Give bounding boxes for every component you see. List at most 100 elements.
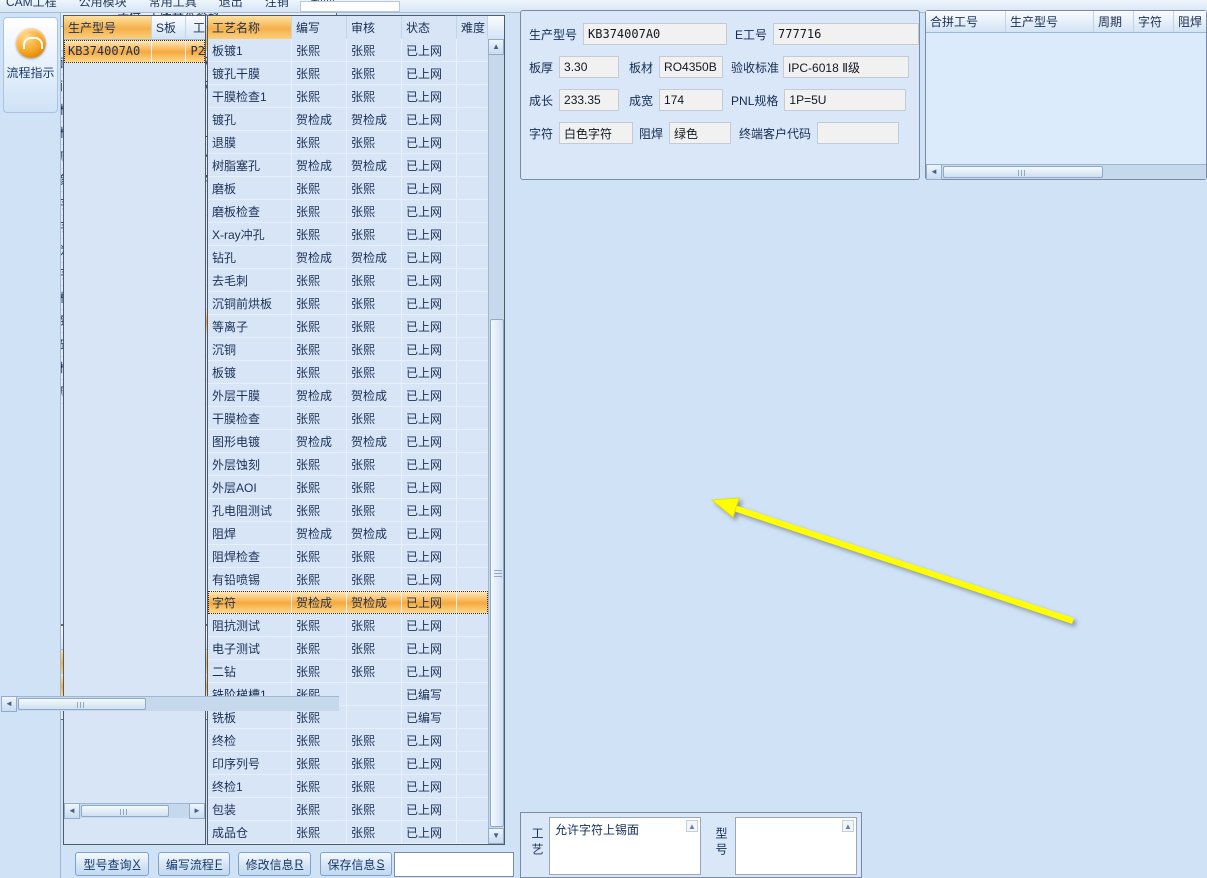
- merge-hscroll-thumb[interactable]: [943, 166, 1103, 178]
- work-col-header[interactable]: 工: [186, 16, 205, 39]
- process-row[interactable]: 孔电阻测试 张熙 张熙 已上网: [208, 499, 489, 522]
- process-reviewer: 贺检成: [347, 522, 402, 544]
- write-flow-button[interactable]: 编写流程 F: [158, 852, 230, 876]
- process-row[interactable]: 终检 张熙 张熙 已上网: [208, 729, 489, 752]
- writer-header[interactable]: 编写: [292, 16, 347, 39]
- menu-item[interactable]: 退出: [219, 0, 243, 10]
- process-reviewer: 张熙: [347, 131, 402, 153]
- process-row[interactable]: 印序列号 张熙 张熙 已上网: [208, 752, 489, 775]
- thickness-value[interactable]: 3.30: [559, 56, 620, 78]
- model-col-header[interactable]: 生产型号: [64, 16, 152, 39]
- process-row[interactable]: 干膜检查 张熙 张熙 已上网: [208, 407, 489, 430]
- client-value[interactable]: [817, 122, 900, 144]
- process-status: 已上网: [402, 752, 457, 774]
- status-header[interactable]: 状态: [402, 16, 457, 39]
- process-row[interactable]: 有铅喷锡 张熙 张熙 已上网: [208, 568, 489, 591]
- modify-info-button[interactable]: 修改信息 R: [238, 852, 311, 876]
- width-value[interactable]: 174: [659, 89, 724, 111]
- mask-value[interactable]: 绿色: [669, 122, 732, 144]
- process-reviewer: 张熙: [347, 177, 402, 199]
- process-row[interactable]: 包装 张熙 张熙 已上网: [208, 798, 489, 821]
- scroll-right-icon[interactable]: ►: [189, 803, 205, 819]
- process-row[interactable]: 阻抗测试 张熙 张熙 已上网: [208, 614, 489, 637]
- menu-item[interactable]: 公用模块: [79, 0, 127, 10]
- scroll-down-icon[interactable]: ▼: [488, 828, 505, 844]
- process-row[interactable]: 等离子 张熙 张熙 已上网: [208, 315, 489, 338]
- process-row[interactable]: 二钻 张熙 张熙 已上网: [208, 660, 489, 683]
- eid-value[interactable]: 777716: [773, 23, 919, 45]
- merge-col-header[interactable]: 周期: [1094, 11, 1134, 32]
- process-row[interactable]: 退膜 张熙 张熙 已上网: [208, 131, 489, 154]
- menu-item[interactable]: 常用工具: [149, 0, 197, 10]
- process-name: 磨板: [208, 177, 292, 199]
- process-name: 去毛刺: [208, 269, 292, 291]
- process-row[interactable]: 外层AOI 张熙 张熙 已上网: [208, 476, 489, 499]
- process-row[interactable]: 去毛刺 张熙 张熙 已上网: [208, 269, 489, 292]
- menu-item[interactable]: CAM工程: [6, 0, 57, 10]
- craft-textarea[interactable]: 允许字符上锡面 ▲: [549, 817, 701, 875]
- menu-item[interactable]: 注销: [265, 0, 289, 10]
- merge-col-header[interactable]: 字符: [1134, 11, 1174, 32]
- length-value[interactable]: 233.35: [559, 89, 620, 111]
- merge-col-header[interactable]: 生产型号: [1006, 11, 1094, 32]
- model-textarea[interactable]: ▲: [735, 817, 857, 875]
- standard-value[interactable]: IPC-6018 Ⅱ级: [783, 56, 910, 78]
- menu-search-input[interactable]: [300, 1, 400, 12]
- process-row[interactable]: 电子测试 张熙 张熙 已上网: [208, 637, 489, 660]
- process-row[interactable]: 沉铜 张熙 张熙 已上网: [208, 338, 489, 361]
- process-row[interactable]: 树脂塞孔 贺检成 贺检成 已上网: [208, 154, 489, 177]
- scroll-left-icon[interactable]: ◄: [926, 164, 942, 180]
- difficulty-header[interactable]: 难度: [457, 16, 488, 39]
- model-row[interactable]: KB374007A0 P2: [64, 40, 205, 63]
- process-row[interactable]: X-ray冲孔 张熙 张熙 已上网: [208, 223, 489, 246]
- process-row[interactable]: 干膜检查1 张熙 张熙 已上网: [208, 85, 489, 108]
- scroll-left-icon[interactable]: ◄: [1, 696, 17, 712]
- save-info-button[interactable]: 保存信息 S: [320, 852, 392, 876]
- process-vscroll-thumb[interactable]: [490, 319, 505, 827]
- process-row[interactable]: 阻焊 贺检成 贺检成 已上网: [208, 522, 489, 545]
- pnl-value[interactable]: 1P=5U: [784, 89, 907, 111]
- process-name: 磨板检查: [208, 200, 292, 222]
- reviewer-header[interactable]: 审核: [347, 16, 402, 39]
- process-row[interactable]: 磨板检查 张熙 张熙 已上网: [208, 200, 489, 223]
- sboard-col-header[interactable]: S板: [152, 16, 186, 39]
- legend-value[interactable]: 白色字符: [559, 122, 634, 144]
- process-name-header[interactable]: 工艺名称: [208, 16, 292, 39]
- process-status: 已上网: [402, 821, 457, 843]
- process-row[interactable]: 终检1 张熙 张熙 已上网: [208, 775, 489, 798]
- merge-col-header[interactable]: 阻焊: [1174, 11, 1206, 32]
- model-value[interactable]: KB374007A0: [583, 23, 728, 45]
- process-row[interactable]: 沉铜前烘板 张熙 张熙 已上网: [208, 292, 489, 315]
- process-row[interactable]: 板镀 张熙 张熙 已上网: [208, 361, 489, 384]
- process-row[interactable]: 外层干膜 贺检成 贺检成 已上网: [208, 384, 489, 407]
- model-hscrollbar[interactable]: ◄ ►: [64, 803, 205, 819]
- model-query-button[interactable]: 型号查询 X: [75, 852, 149, 876]
- bottom-text-input[interactable]: [394, 852, 514, 877]
- material-value[interactable]: RO4350B: [659, 56, 724, 78]
- ink-hscroll-thumb[interactable]: [18, 698, 146, 710]
- process-status: 已上网: [402, 522, 457, 544]
- process-vscrollbar[interactable]: ▲ ▼: [488, 39, 505, 844]
- process-row[interactable]: 图形电镀 贺检成 贺检成 已上网: [208, 430, 489, 453]
- process-row[interactable]: 成品仓 张熙 张熙 已上网: [208, 821, 489, 844]
- model-hscroll-thumb[interactable]: [81, 805, 169, 817]
- process-row[interactable]: 镀孔干膜 张熙 张熙 已上网: [208, 62, 489, 85]
- scroll-up-icon[interactable]: ▲: [488, 39, 505, 55]
- process-row[interactable]: 板镀1 张熙 张熙 已上网: [208, 39, 489, 62]
- scroll-up-icon[interactable]: ▲: [842, 820, 854, 832]
- scroll-up-icon[interactable]: ▲: [686, 820, 698, 832]
- process-row[interactable]: 镀孔 贺检成 贺检成 已上网: [208, 108, 489, 131]
- process-status: 已上网: [402, 154, 457, 176]
- scroll-left-icon[interactable]: ◄: [64, 803, 80, 819]
- process-row[interactable]: 钻孔 贺检成 贺检成 已上网: [208, 246, 489, 269]
- process-row[interactable]: 阻焊检查 张熙 张熙 已上网: [208, 545, 489, 568]
- process-row[interactable]: 磨板 张熙 张熙 已上网: [208, 177, 489, 200]
- flow-indicator-button[interactable]: 流程指示: [3, 17, 58, 113]
- process-row[interactable]: 外层蚀刻 张熙 张熙 已上网: [208, 453, 489, 476]
- process-row[interactable]: 字符 贺检成 贺检成 已上网: [208, 591, 489, 614]
- model-table-body: KB374007A0 P2: [64, 40, 205, 803]
- merge-hscrollbar[interactable]: ◄: [926, 164, 1206, 180]
- process-difficulty: [457, 315, 488, 337]
- ink-hscrollbar[interactable]: ◄: [1, 696, 339, 712]
- merge-col-header[interactable]: 合拼工号: [926, 11, 1006, 32]
